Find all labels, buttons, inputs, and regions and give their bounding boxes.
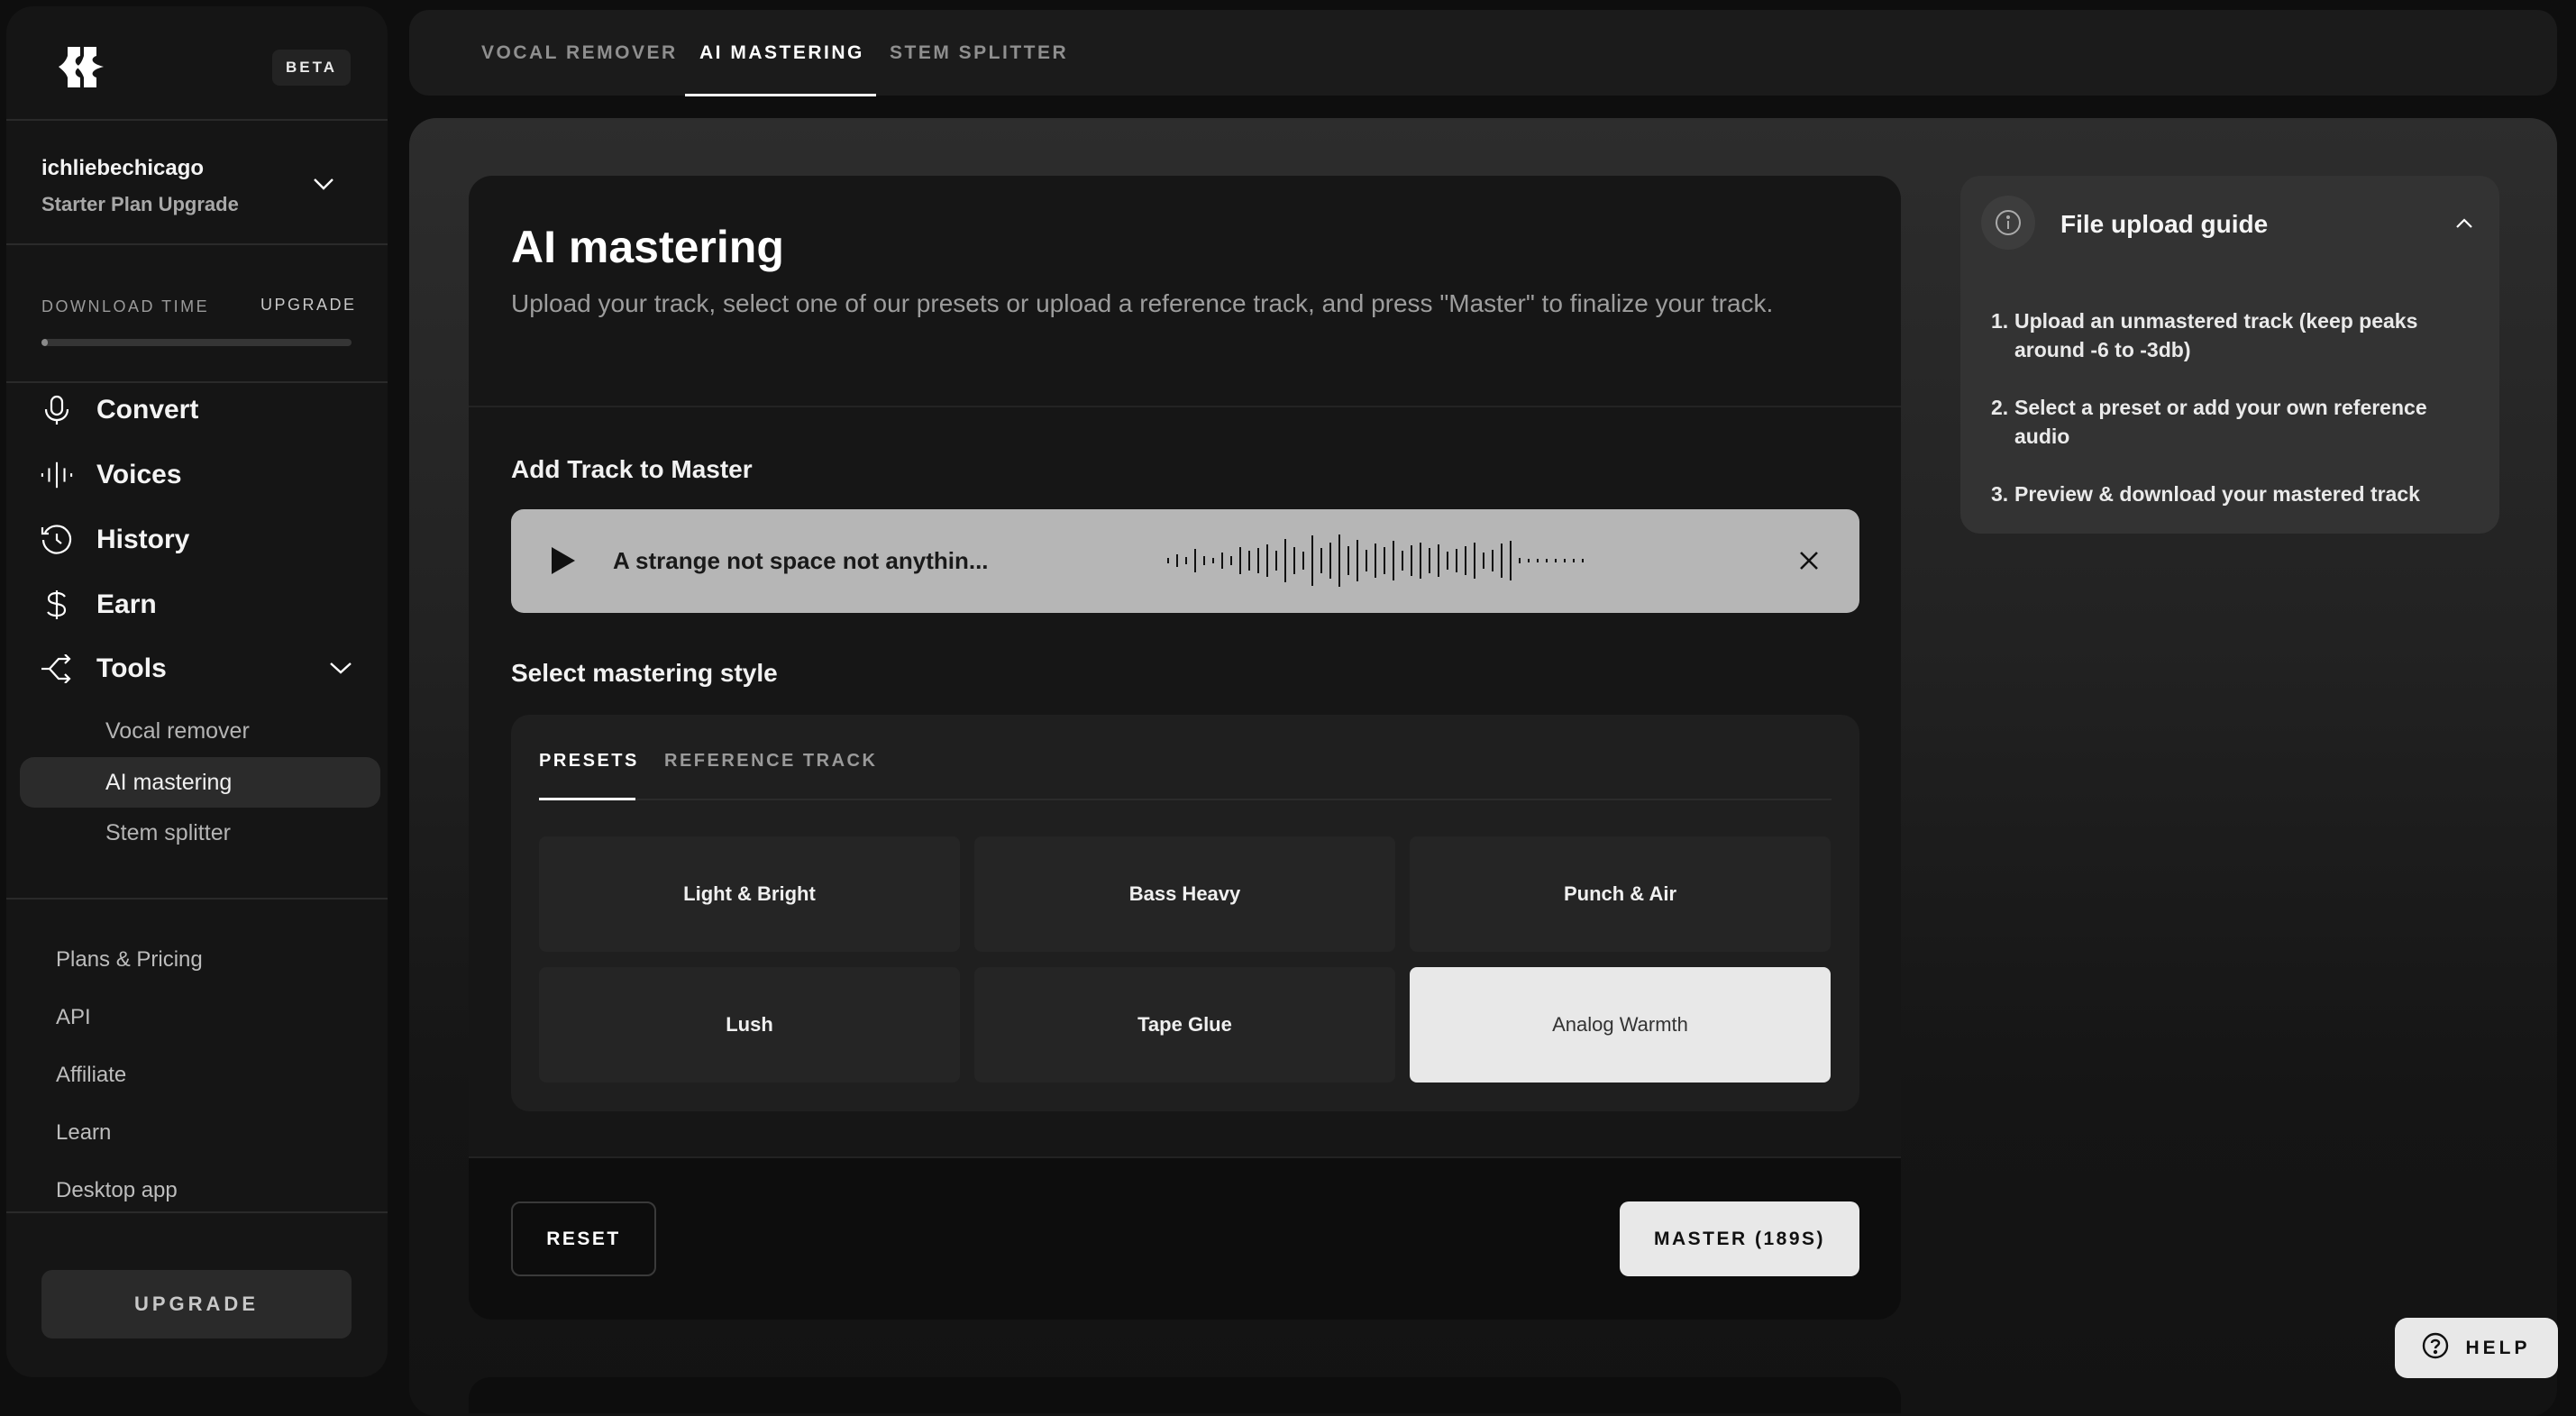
master-button[interactable]: MASTER (189S): [1620, 1201, 1859, 1276]
track-name: A strange not space not anythin...: [613, 547, 989, 574]
add-track-label: Add Track to Master: [511, 455, 753, 483]
beta-badge: BETA: [272, 50, 351, 86]
play-icon[interactable]: [552, 547, 575, 574]
guide-step-text: Preview & download your mastered track: [2014, 482, 2420, 506]
file-upload-guide: File upload guide 1. Upload an unmastered…: [1960, 176, 2499, 534]
preset-tape-glue[interactable]: Tape Glue: [974, 967, 1395, 1083]
download-upgrade-link[interactable]: UPGRADE: [260, 296, 357, 315]
nav-label: Earn: [96, 589, 157, 619]
nav-label: Voices: [96, 460, 182, 489]
sidebar-subitem-vocal-remover[interactable]: Vocal remover: [20, 706, 380, 756]
chevron-up-icon[interactable]: [2455, 217, 2473, 228]
logo-icon[interactable]: [59, 47, 105, 87]
guide-title: File upload guide: [2060, 210, 2269, 238]
guide-step-text: Upload an unmastered track (keep peaks a…: [2014, 309, 2418, 361]
track-player: A strange not space not anythin...: [511, 509, 1859, 613]
reset-button[interactable]: RESET: [511, 1201, 656, 1276]
help-button[interactable]: HELP: [2395, 1318, 2558, 1378]
nav-item-tools[interactable]: Tools: [41, 644, 365, 694]
divider: [6, 381, 388, 383]
tab-stem-splitter[interactable]: STEM SPLITTER: [890, 10, 1068, 96]
preset-bass-heavy[interactable]: Bass Heavy: [974, 836, 1395, 952]
divider: [469, 406, 1901, 407]
tool-tabs: VOCAL REMOVER AI MASTERING STEM SPLITTER: [409, 10, 2557, 96]
guide-steps: 1. Upload an unmastered track (keep peaks…: [1991, 306, 2478, 537]
nav-item-convert[interactable]: Convert: [41, 385, 365, 435]
nav-item-history[interactable]: History: [41, 515, 365, 565]
history-icon: [41, 524, 73, 556]
divider: [6, 243, 388, 245]
waveform-icon: [41, 459, 73, 491]
nav-label: History: [96, 525, 190, 554]
help-label: HELP: [2465, 1337, 2531, 1358]
help-icon: [2422, 1332, 2449, 1365]
sidebar-subitem-stem-splitter[interactable]: Stem splitter: [20, 808, 380, 858]
tools-icon: [41, 653, 73, 685]
active-tab-underline: [685, 94, 876, 96]
link-api[interactable]: API: [56, 1005, 91, 1030]
close-icon[interactable]: [1798, 550, 1820, 571]
guide-step: 1. Upload an unmastered track (keep peaks…: [1991, 306, 2478, 364]
user-name[interactable]: ichliebechicago: [41, 156, 204, 181]
dollar-icon: [41, 589, 73, 621]
nav-label: Convert: [96, 395, 199, 425]
guide-step: 2. Select a preset or add your own refere…: [1991, 393, 2478, 451]
divider: [6, 898, 388, 900]
link-affiliate[interactable]: Affiliate: [56, 1063, 126, 1088]
sidebar: BETA ichliebechicago Starter Plan Upgrad…: [6, 6, 388, 1377]
results-card: [469, 1377, 1901, 1413]
upgrade-button[interactable]: UPGRADE: [41, 1270, 352, 1338]
microphone-icon: [41, 394, 73, 426]
divider: [6, 1211, 388, 1213]
tab-ai-mastering[interactable]: AI MASTERING: [699, 10, 864, 96]
tab-divider: [539, 799, 1832, 800]
active-tab-underline: [539, 798, 635, 800]
preset-lush[interactable]: Lush: [539, 967, 960, 1083]
preset-light-bright[interactable]: Light & Bright: [539, 836, 960, 952]
guide-step-text: Select a preset or add your own referenc…: [2014, 396, 2427, 448]
nav-label: Tools: [96, 653, 167, 683]
nav-item-voices[interactable]: Voices: [41, 450, 365, 500]
mastering-card: AI mastering Upload your track, select o…: [469, 176, 1901, 1320]
nav-item-earn[interactable]: Earn: [41, 580, 365, 630]
preset-punch-air[interactable]: Punch & Air: [1410, 836, 1831, 952]
page-description: Upload your track, select one of our pre…: [511, 289, 1774, 317]
page-title: AI mastering: [511, 222, 784, 272]
link-learn[interactable]: Learn: [56, 1120, 111, 1146]
user-plan[interactable]: Starter Plan Upgrade: [41, 193, 239, 216]
mastering-style-panel: PRESETS REFERENCE TRACK Light & Bright B…: [511, 715, 1859, 1111]
track-waveform[interactable]: [1165, 534, 1593, 587]
preset-analog-warmth[interactable]: Analog Warmth: [1410, 967, 1831, 1083]
guide-step: 3. Preview & download your mastered track: [1991, 480, 2478, 508]
mastering-style-label: Select mastering style: [511, 659, 778, 687]
tab-reference-track[interactable]: REFERENCE TRACK: [664, 751, 877, 772]
info-icon: [1981, 196, 2035, 250]
link-plans-pricing[interactable]: Plans & Pricing: [56, 947, 203, 973]
download-time-progress: [41, 339, 352, 346]
chevron-down-icon[interactable]: [313, 178, 334, 190]
sidebar-subitem-ai-mastering[interactable]: AI mastering: [20, 757, 380, 808]
chevron-down-icon[interactable]: [329, 662, 352, 674]
download-time-progress-fill: [41, 339, 48, 346]
tab-vocal-remover[interactable]: VOCAL REMOVER: [481, 10, 678, 96]
tab-presets[interactable]: PRESETS: [539, 751, 639, 772]
download-time-label: DOWNLOAD TIME: [41, 297, 210, 315]
link-desktop-app[interactable]: Desktop app: [56, 1178, 178, 1203]
divider: [6, 119, 388, 121]
